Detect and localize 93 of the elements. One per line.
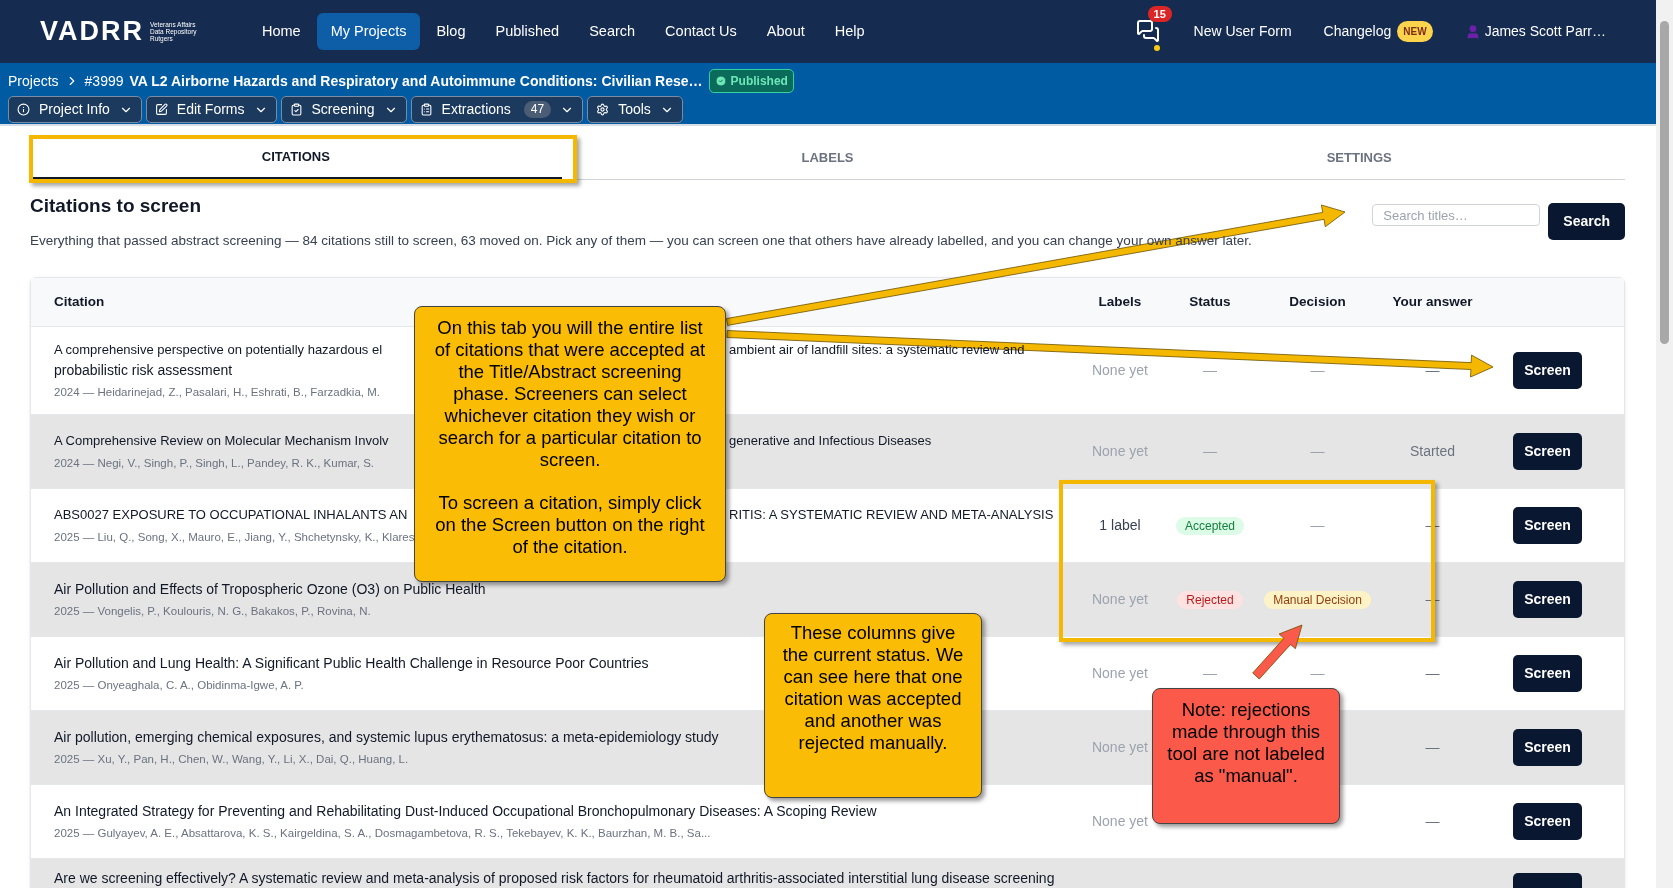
user-menu[interactable]: James Scott Parr…: [1484, 21, 1606, 42]
citation-title: A Comprehensive Review on Molecular Mechanism Involv: [54, 432, 389, 448]
column-header: Decision: [1289, 292, 1346, 311]
search-field[interactable]: Search titles…: [1372, 204, 1541, 226]
screen-button[interactable]: Screen: [1513, 580, 1582, 618]
column-header: Your answer: [1392, 292, 1473, 311]
empty-value: —: [1310, 362, 1325, 379]
arrow: [1252, 624, 1303, 680]
labels-value: 1 label: [1099, 517, 1141, 534]
breadcrumb-link[interactable]: Projects: [8, 70, 59, 92]
empty-value: —: [1310, 517, 1325, 534]
nav-link[interactable]: Published: [481, 12, 574, 51]
messages-icon[interactable]: [1135, 18, 1160, 43]
section-title: Citations to screen: [30, 194, 203, 218]
project-menu-button[interactable]: Tools: [587, 96, 683, 123]
clipboard-check-icon: [289, 103, 303, 116]
labels-value: None yet: [1091, 813, 1148, 830]
nav-link[interactable]: Contact Us: [651, 12, 751, 51]
screen-button[interactable]: Screen: [1513, 351, 1582, 389]
tab[interactable]: SETTINGS: [1093, 136, 1625, 179]
screen-button[interactable]: Screen: [1513, 802, 1582, 840]
tab[interactable]: LABELS: [561, 136, 1094, 179]
project-title: VA L2 Airborne Hazards and Respiratory and Autoimmune Conditions: Civilian Rese…: [129, 71, 703, 91]
empty-value: —: [1310, 443, 1325, 460]
citation-title: Air pollution, emerging chemical exposures, and systemic lupus erythematosus: a meta-epidemiology study: [54, 727, 719, 747]
citation-authors: 2024 — Heidarinejad, Z., Pasalari, H., Eshrati, B., Farzadkia, M.: [54, 384, 380, 400]
citation-title: probabilistic risk assessment: [54, 360, 233, 380]
project-menu-button[interactable]: Extractions 47: [410, 96, 584, 123]
nav-link[interactable]: Help: [820, 12, 879, 51]
search-button[interactable]: Search: [1548, 203, 1625, 240]
citation-title: A comprehensive perspective on potentially hazardous el: [54, 341, 383, 357]
column-header: Citation: [54, 292, 106, 311]
project-number: #3999: [84, 71, 124, 91]
column-header: Status: [1189, 292, 1231, 311]
logo[interactable]: VADRR: [40, 11, 144, 52]
labels-value: None yet: [1091, 739, 1148, 756]
project-menu-button[interactable]: Edit Forms: [145, 96, 277, 123]
status-badge: Accepted: [1175, 517, 1244, 536]
nav-link[interactable]: Search: [575, 12, 650, 51]
screen-button[interactable]: Screen: [1513, 728, 1582, 766]
nav-link[interactable]: New User Form: [1193, 21, 1292, 42]
answer-value: —: [1425, 739, 1440, 756]
citation-title: RITIS: A SYSTEMATIC REVIEW AND META-ANALYSIS: [729, 505, 1054, 524]
scrollbar[interactable]: [1656, 0, 1673, 888]
published-badge: Published: [708, 69, 794, 93]
status-badge: Manual Decision: [1264, 591, 1371, 610]
callout-text: On this tab you will the entire list of citations that were accepted at the Title/Abstract screening phase. Screeners can select whichever citation they wish or search for a particular citation to screen.: [433, 317, 707, 471]
empty-value: —: [1203, 443, 1217, 460]
screen-button[interactable]: Screen: [1513, 432, 1582, 470]
nav-link[interactable]: About: [752, 12, 819, 51]
project-menu-button[interactable]: Screening: [280, 96, 407, 123]
answer-value: —: [1425, 813, 1440, 830]
info-icon: [17, 103, 30, 116]
labels-value: None yet: [1091, 443, 1148, 460]
pencil-icon: [154, 103, 168, 116]
citation-title: Are we screening effectively? A systematic review and meta-analysis of proposed risk factors for rheumatoid arthritis-associated interstitial lung disease screening: [54, 868, 1055, 888]
labels-value: None yet: [1091, 591, 1148, 608]
answer-value: —: [1425, 665, 1440, 682]
citation-authors: 2025 — Liu, Q., Song, X., Mauro, E., Jiang, Y., Shchetynsky, K., Klares: [54, 529, 415, 545]
new-badge: NEW: [1397, 21, 1433, 42]
nav-link[interactable]: Home: [248, 12, 315, 51]
labels-value: None yet: [1091, 665, 1148, 682]
screen-button[interactable]: Screen: [1513, 506, 1582, 544]
project-menu-button[interactable]: Project Info: [8, 96, 142, 123]
citation-authors: 2025 — Onyeaghala, C. A., Obidinma-Igwe, A. P.: [54, 677, 304, 693]
citation-authors: 2025 — Xu, Y., Pan, H., Chen, W., Wang, Y., Li, X., Dai, Q., Huang, L.: [54, 751, 409, 767]
status-badge: Rejected: [1177, 591, 1243, 610]
citation-authors: 2024 — Negi, V., Singh, P., Singh, L., Pandey, R. K., Kumar, S.: [54, 455, 375, 471]
nav-link[interactable]: My Projects: [316, 12, 421, 51]
count-badge: 47: [523, 101, 552, 118]
citation-title: generative and Infectious Diseases: [729, 431, 932, 450]
nav-link[interactable]: Changelog: [1323, 21, 1392, 42]
screen-button[interactable]: Screen: [1513, 654, 1582, 692]
citation-title: Air Pollution and Effects of Tropospheric Ozone (O3) on Public Health: [54, 579, 486, 599]
citation-authors: 2025 — Vongelis, P., Koulouris, N. G., Bakakos, P., Rovina, N.: [54, 603, 371, 619]
empty-value: —: [1310, 665, 1325, 682]
answer-value: —: [1425, 362, 1440, 379]
labels-value: None yet: [1091, 362, 1148, 379]
citation-title: ABS0027 EXPOSURE TO OCCUPATIONAL INHALANTS AN: [54, 506, 408, 522]
nav-link[interactable]: Blog: [422, 12, 480, 51]
callout-text: These columns give the current status. We can see here that one citation was accepted and another was rejected manually.: [781, 622, 965, 754]
empty-value: —: [1203, 362, 1217, 379]
answer-value: Started: [1409, 443, 1456, 460]
citation-authors: 2025 — Gulyayev, A. E., Absattarova, K. S., Kairgeldina, S. A., Dosmagambetova, R. S., Tekebayev, K. K., Baurzhan, M. B., Sa...: [54, 825, 711, 841]
citation-title: Air Pollution and Lung Health: A Significant Public Health Challenge in Resource Poor Countries: [54, 653, 649, 673]
notification-count: 15: [1147, 5, 1172, 22]
column-header: Labels: [1098, 292, 1142, 311]
settings-icon: [596, 103, 610, 116]
clipboard-list-icon: [419, 103, 433, 116]
callout-text: To screen a citation, simply click on the Screen button on the right of the citation.: [434, 492, 706, 558]
citation-title: An Integrated Strategy for Preventing and Rehabilitating Dust-Induced Occupational Bronchopulmonary Diseases: A Scoping Review: [54, 801, 877, 821]
empty-value: —: [1203, 665, 1217, 682]
callout-text: Note: rejections made through this tool are not labeled as "manual".: [1167, 699, 1325, 787]
